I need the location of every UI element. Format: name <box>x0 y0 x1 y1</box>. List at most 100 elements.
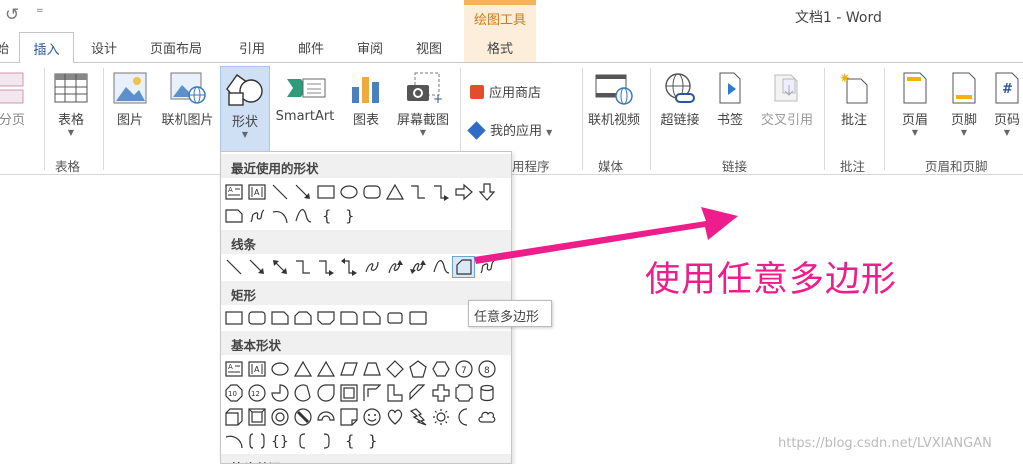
tab-review[interactable]: 审阅 <box>357 38 383 57</box>
vtext-shape-icon[interactable]: A <box>245 358 268 380</box>
app-store-button[interactable]: 应用商店 <box>470 82 541 101</box>
n7-shape-icon[interactable]: 7 <box>452 358 475 380</box>
n12-shape-icon[interactable]: 12 <box>245 382 268 404</box>
cross-shape-icon[interactable] <box>429 382 452 404</box>
hyperlink-button[interactable]: 超链接 <box>655 71 705 128</box>
picture-button[interactable]: 图片 <box>110 71 150 128</box>
bolt-shape-icon[interactable] <box>406 406 429 428</box>
line-shape-icon[interactable] <box>222 256 245 278</box>
arrowline-shape-icon[interactable] <box>245 256 268 278</box>
donut-shape-icon[interactable] <box>268 406 291 428</box>
snip3-shape-icon[interactable] <box>314 307 337 329</box>
frame-shape-icon[interactable] <box>337 382 360 404</box>
pent-shape-icon[interactable] <box>406 358 429 380</box>
bracepair-shape-icon[interactable]: {} <box>268 430 291 452</box>
rect-shape-icon[interactable] <box>314 181 337 203</box>
heart-shape-icon[interactable] <box>383 406 406 428</box>
my-apps-button[interactable]: 我的应用 ▼ <box>467 120 552 140</box>
curvedbl-shape-icon[interactable] <box>406 256 429 278</box>
tab-home[interactable]: 始 <box>0 38 9 57</box>
trap-shape-icon[interactable] <box>360 358 383 380</box>
snipr-shape-icon[interactable] <box>337 307 360 329</box>
cloud-shape-icon[interactable] <box>475 406 498 428</box>
textbox-shape-icon[interactable]: A <box>222 358 245 380</box>
tri-shape-icon[interactable] <box>291 358 314 380</box>
arrowline-shape-icon[interactable] <box>291 181 314 203</box>
scribble-shape-icon[interactable] <box>475 256 498 278</box>
screenshot-button[interactable]: + 屏幕截图 ▼ <box>390 71 456 138</box>
rect-shape-icon[interactable] <box>222 307 245 329</box>
curve-shape-icon[interactable] <box>291 205 314 227</box>
shapes-button[interactable]: 形状 ▼ <box>220 66 270 152</box>
tab-view[interactable]: 视图 <box>416 38 442 57</box>
fold-shape-icon[interactable] <box>337 406 360 428</box>
chart-button[interactable]: 图表 <box>346 71 386 128</box>
dblarrow-shape-icon[interactable] <box>268 256 291 278</box>
blockarc-shape-icon[interactable] <box>314 406 337 428</box>
n10-shape-icon[interactable]: 10 <box>222 382 245 404</box>
elbowarrow-shape-icon[interactable] <box>314 256 337 278</box>
line-shape-icon[interactable] <box>268 181 291 203</box>
cube-shape-icon[interactable] <box>222 406 245 428</box>
tab-mailings[interactable]: 邮件 <box>298 38 324 57</box>
tab-design[interactable]: 设计 <box>91 38 117 57</box>
online-video-button[interactable]: 联机视频 <box>583 71 645 128</box>
header-button[interactable]: 页眉 ▼ <box>892 71 938 138</box>
curve-shape-icon[interactable] <box>429 256 452 278</box>
arc-shape-icon[interactable] <box>268 205 291 227</box>
curved-shape-icon[interactable] <box>360 256 383 278</box>
footer-button[interactable]: 页脚 ▼ <box>941 71 987 138</box>
darrow-shape-icon[interactable] <box>475 181 498 203</box>
tri-shape-icon[interactable] <box>383 181 406 203</box>
dia-shape-icon[interactable] <box>383 358 406 380</box>
snip2-shape-icon[interactable] <box>291 307 314 329</box>
elbow-shape-icon[interactable] <box>291 256 314 278</box>
arcb-shape-icon[interactable] <box>222 430 245 452</box>
page-number-button[interactable]: # 页码 ▼ <box>991 71 1023 138</box>
nosym-shape-icon[interactable] <box>291 406 314 428</box>
comment-button[interactable]: ✷ 批注 <box>832 71 876 128</box>
table-button[interactable]: 表格 ▼ <box>50 71 92 138</box>
snip1-shape-icon[interactable] <box>268 307 291 329</box>
elbow-shape-icon[interactable] <box>406 181 429 203</box>
can-shape-icon[interactable] <box>475 382 498 404</box>
hex-shape-icon[interactable] <box>429 358 452 380</box>
curvedarrow-shape-icon[interactable] <box>383 256 406 278</box>
pgram-shape-icon[interactable] <box>337 358 360 380</box>
freeform-shape-icon[interactable] <box>452 256 475 278</box>
bookmark-button[interactable]: 书签 <box>710 71 750 128</box>
page-break-button[interactable]: 分页 <box>0 71 30 128</box>
smiley-shape-icon[interactable] <box>360 406 383 428</box>
rbrace-shape-icon[interactable]: } <box>360 430 383 452</box>
bracketpair-shape-icon[interactable] <box>245 430 268 452</box>
rarrow-shape-icon[interactable] <box>452 181 475 203</box>
lbrace-shape-icon[interactable]: { <box>337 430 360 452</box>
rr3-shape-icon[interactable] <box>383 307 406 329</box>
lbracket-shape-icon[interactable] <box>291 430 314 452</box>
lshape-shape-icon[interactable] <box>383 382 406 404</box>
diagstripe-shape-icon[interactable] <box>406 382 429 404</box>
elbowarrow-shape-icon[interactable] <box>429 181 452 203</box>
rr2-shape-icon[interactable] <box>406 307 429 329</box>
rbracket-shape-icon[interactable] <box>314 430 337 452</box>
online-picture-button[interactable]: 联机图片 <box>155 71 220 128</box>
bevel-shape-icon[interactable] <box>245 406 268 428</box>
tear-shape-icon[interactable] <box>314 382 337 404</box>
halfframe-shape-icon[interactable] <box>360 382 383 404</box>
rr1-shape-icon[interactable] <box>360 307 383 329</box>
lbrace-shape-icon[interactable]: { <box>314 205 337 227</box>
undo-icon[interactable]: ↺ <box>5 5 19 25</box>
sun-shape-icon[interactable] <box>429 406 452 428</box>
n8-shape-icon[interactable]: 8 <box>475 358 498 380</box>
tri-shape-icon[interactable] <box>314 358 337 380</box>
rbrace-shape-icon[interactable]: } <box>337 205 360 227</box>
vtext-shape-icon[interactable]: A <box>245 181 268 203</box>
smartart-button[interactable]: SmartArt <box>270 71 340 124</box>
pie-shape-icon[interactable] <box>268 382 291 404</box>
chord-shape-icon[interactable] <box>291 382 314 404</box>
plaque-shape-icon[interactable] <box>452 382 475 404</box>
snip1-shape-icon[interactable] <box>222 205 245 227</box>
tab-references[interactable]: 引用 <box>239 38 265 57</box>
oval-shape-icon[interactable] <box>337 181 360 203</box>
rr4-shape-icon[interactable] <box>245 307 268 329</box>
